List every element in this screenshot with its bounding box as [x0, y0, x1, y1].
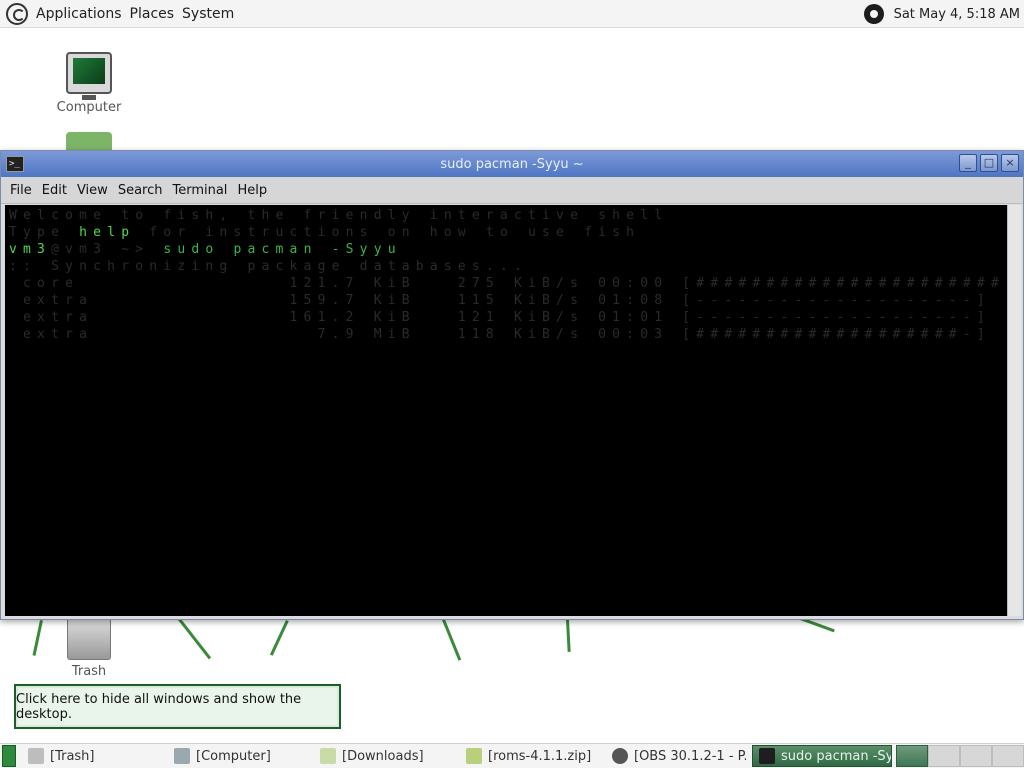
desktop-icon-label: Computer — [56, 100, 122, 115]
distro-logo-icon[interactable] — [6, 2, 28, 25]
workspace-switcher — [896, 745, 1024, 767]
show-desktop-button[interactable] — [2, 745, 16, 767]
wallpaper-line — [269, 620, 289, 656]
menu-search[interactable]: Search — [113, 183, 168, 198]
title-bar[interactable]: >_ sudo pacman -Syyu ~ _ □ × — [1, 151, 1023, 177]
top-panel: Applications Places System Sat May 4, 5:… — [0, 0, 1024, 28]
terminal-text: core 121.7 KiB 275 KiB/s 00:00 [########… — [9, 276, 1007, 291]
workspace-2[interactable] — [928, 745, 960, 767]
terminal-text: @vm3 ~> — [51, 242, 164, 257]
menu-bar: File Edit View Search Terminal Help — [1, 177, 1023, 204]
minimize-button[interactable]: _ — [959, 154, 977, 172]
folder-icon — [320, 748, 336, 764]
terminal-text: vm3 — [9, 242, 52, 257]
window-title: sudo pacman -Syyu ~ — [440, 156, 584, 172]
desktop-icon-label: Trash — [71, 664, 107, 679]
terminal-text: sudo pacman -Syyu — [163, 242, 402, 257]
close-button[interactable]: × — [1001, 154, 1019, 172]
archive-icon — [466, 748, 482, 764]
maximize-button[interactable]: □ — [980, 154, 998, 172]
taskbar-button[interactable]: [OBS 30.1.2-1 - P... — [606, 745, 746, 767]
workspace-1[interactable] — [896, 745, 928, 767]
terminal-line: :: Synchronizing package databases... — [9, 258, 1003, 275]
menu-file[interactable]: File — [5, 183, 37, 198]
taskbar-label: sudo pacman -Sy... — [781, 748, 892, 764]
terminal-text: :: Synchronizing package databases... — [9, 259, 528, 274]
taskbar-label: [OBS 30.1.2-1 - P... — [634, 748, 746, 764]
terminal-text: Welcome to fish, the friendly interactiv… — [9, 208, 669, 223]
terminal-line: extra 7.9 MiB 118 KiB/s 00:03 [#########… — [9, 326, 1003, 343]
terminal-output[interactable]: Welcome to fish, the friendly interactiv… — [5, 205, 1007, 616]
taskbar-button[interactable]: [Downloads] — [314, 745, 454, 767]
workspace-3[interactable] — [960, 745, 992, 767]
obs-icon — [612, 748, 628, 764]
wallpaper-line — [566, 619, 571, 652]
desktop-icon-computer[interactable]: Computer — [44, 52, 134, 115]
terminal-line: core 121.7 KiB 275 KiB/s 00:00 [########… — [9, 275, 1007, 292]
trash-icon — [28, 748, 44, 764]
taskbar-button[interactable]: sudo pacman -Sy... — [752, 745, 892, 767]
clock[interactable]: Sat May 4, 5:18 AM — [894, 7, 1020, 22]
terminal-window[interactable]: >_ sudo pacman -Syyu ~ _ □ × File Edit V… — [0, 150, 1024, 620]
menu-terminal[interactable]: Terminal — [167, 183, 232, 198]
terminal-text: extra 161.2 KiB 121 KiB/s 01:01 [-------… — [9, 310, 1007, 325]
taskbar-label: [roms-4.1.1.zip] — [488, 748, 592, 764]
menu-view[interactable]: View — [72, 183, 113, 198]
taskbar-button[interactable]: [roms-4.1.1.zip] — [460, 745, 600, 767]
show-desktop-tooltip: Click here to hide all windows and show … — [14, 684, 341, 729]
terminal-scrollbar[interactable] — [1007, 205, 1021, 616]
terminal-text: help — [79, 225, 136, 240]
wallpaper-line — [442, 618, 462, 661]
trash-icon — [67, 618, 111, 660]
taskbar-label: [Computer] — [196, 748, 271, 764]
task-list: [Trash] [Computer] [Downloads] [roms-4.1.1.… — [16, 745, 892, 767]
terminal-line: extra 159.7 KiB 115 KiB/s 01:08 [-------… — [9, 292, 1003, 309]
terminal-line: Type help for instructions on how to use… — [9, 224, 1003, 241]
terminal-line: vm3@vm3 ~> sudo pacman -Syyu — [9, 241, 1003, 258]
menu-system[interactable]: System — [178, 6, 238, 22]
wallpaper-line — [178, 618, 212, 660]
obs-tray-icon[interactable] — [863, 4, 884, 24]
taskbar-label: [Trash] — [50, 748, 95, 764]
bottom-taskbar: [Trash] [Computer] [Downloads] [roms-4.1.1.… — [0, 743, 1024, 768]
terminal-text: extra 159.7 KiB 115 KiB/s 01:08 [-------… — [9, 293, 1007, 308]
menu-places[interactable]: Places — [126, 6, 179, 22]
computer-icon — [174, 748, 190, 764]
terminal-text: Type — [9, 225, 80, 240]
taskbar-label: [Downloads] — [342, 748, 424, 764]
workspace-4[interactable] — [992, 745, 1024, 767]
terminal-text: for instructions on how to use fish — [135, 225, 641, 240]
menu-edit[interactable]: Edit — [37, 183, 72, 198]
wallpaper-line — [32, 620, 43, 656]
menu-help[interactable]: Help — [232, 183, 272, 198]
terminal-line: extra 161.2 KiB 121 KiB/s 01:01 [-------… — [9, 309, 1003, 326]
terminal-line: Welcome to fish, the friendly interactiv… — [9, 207, 1003, 224]
window-controls: _ □ × — [959, 154, 1019, 172]
terminal-text: extra 7.9 MiB 118 KiB/s 00:03 [#########… — [9, 327, 1007, 342]
taskbar-button[interactable]: [Computer] — [168, 745, 308, 767]
computer-icon — [66, 52, 112, 100]
terminal-icon — [759, 748, 775, 764]
menu-applications[interactable]: Applications — [32, 6, 126, 22]
taskbar-button[interactable]: [Trash] — [22, 745, 162, 767]
top-panel-right: Sat May 4, 5:18 AM — [863, 0, 1020, 28]
desktop-icon-trash[interactable]: Trash — [44, 618, 134, 679]
